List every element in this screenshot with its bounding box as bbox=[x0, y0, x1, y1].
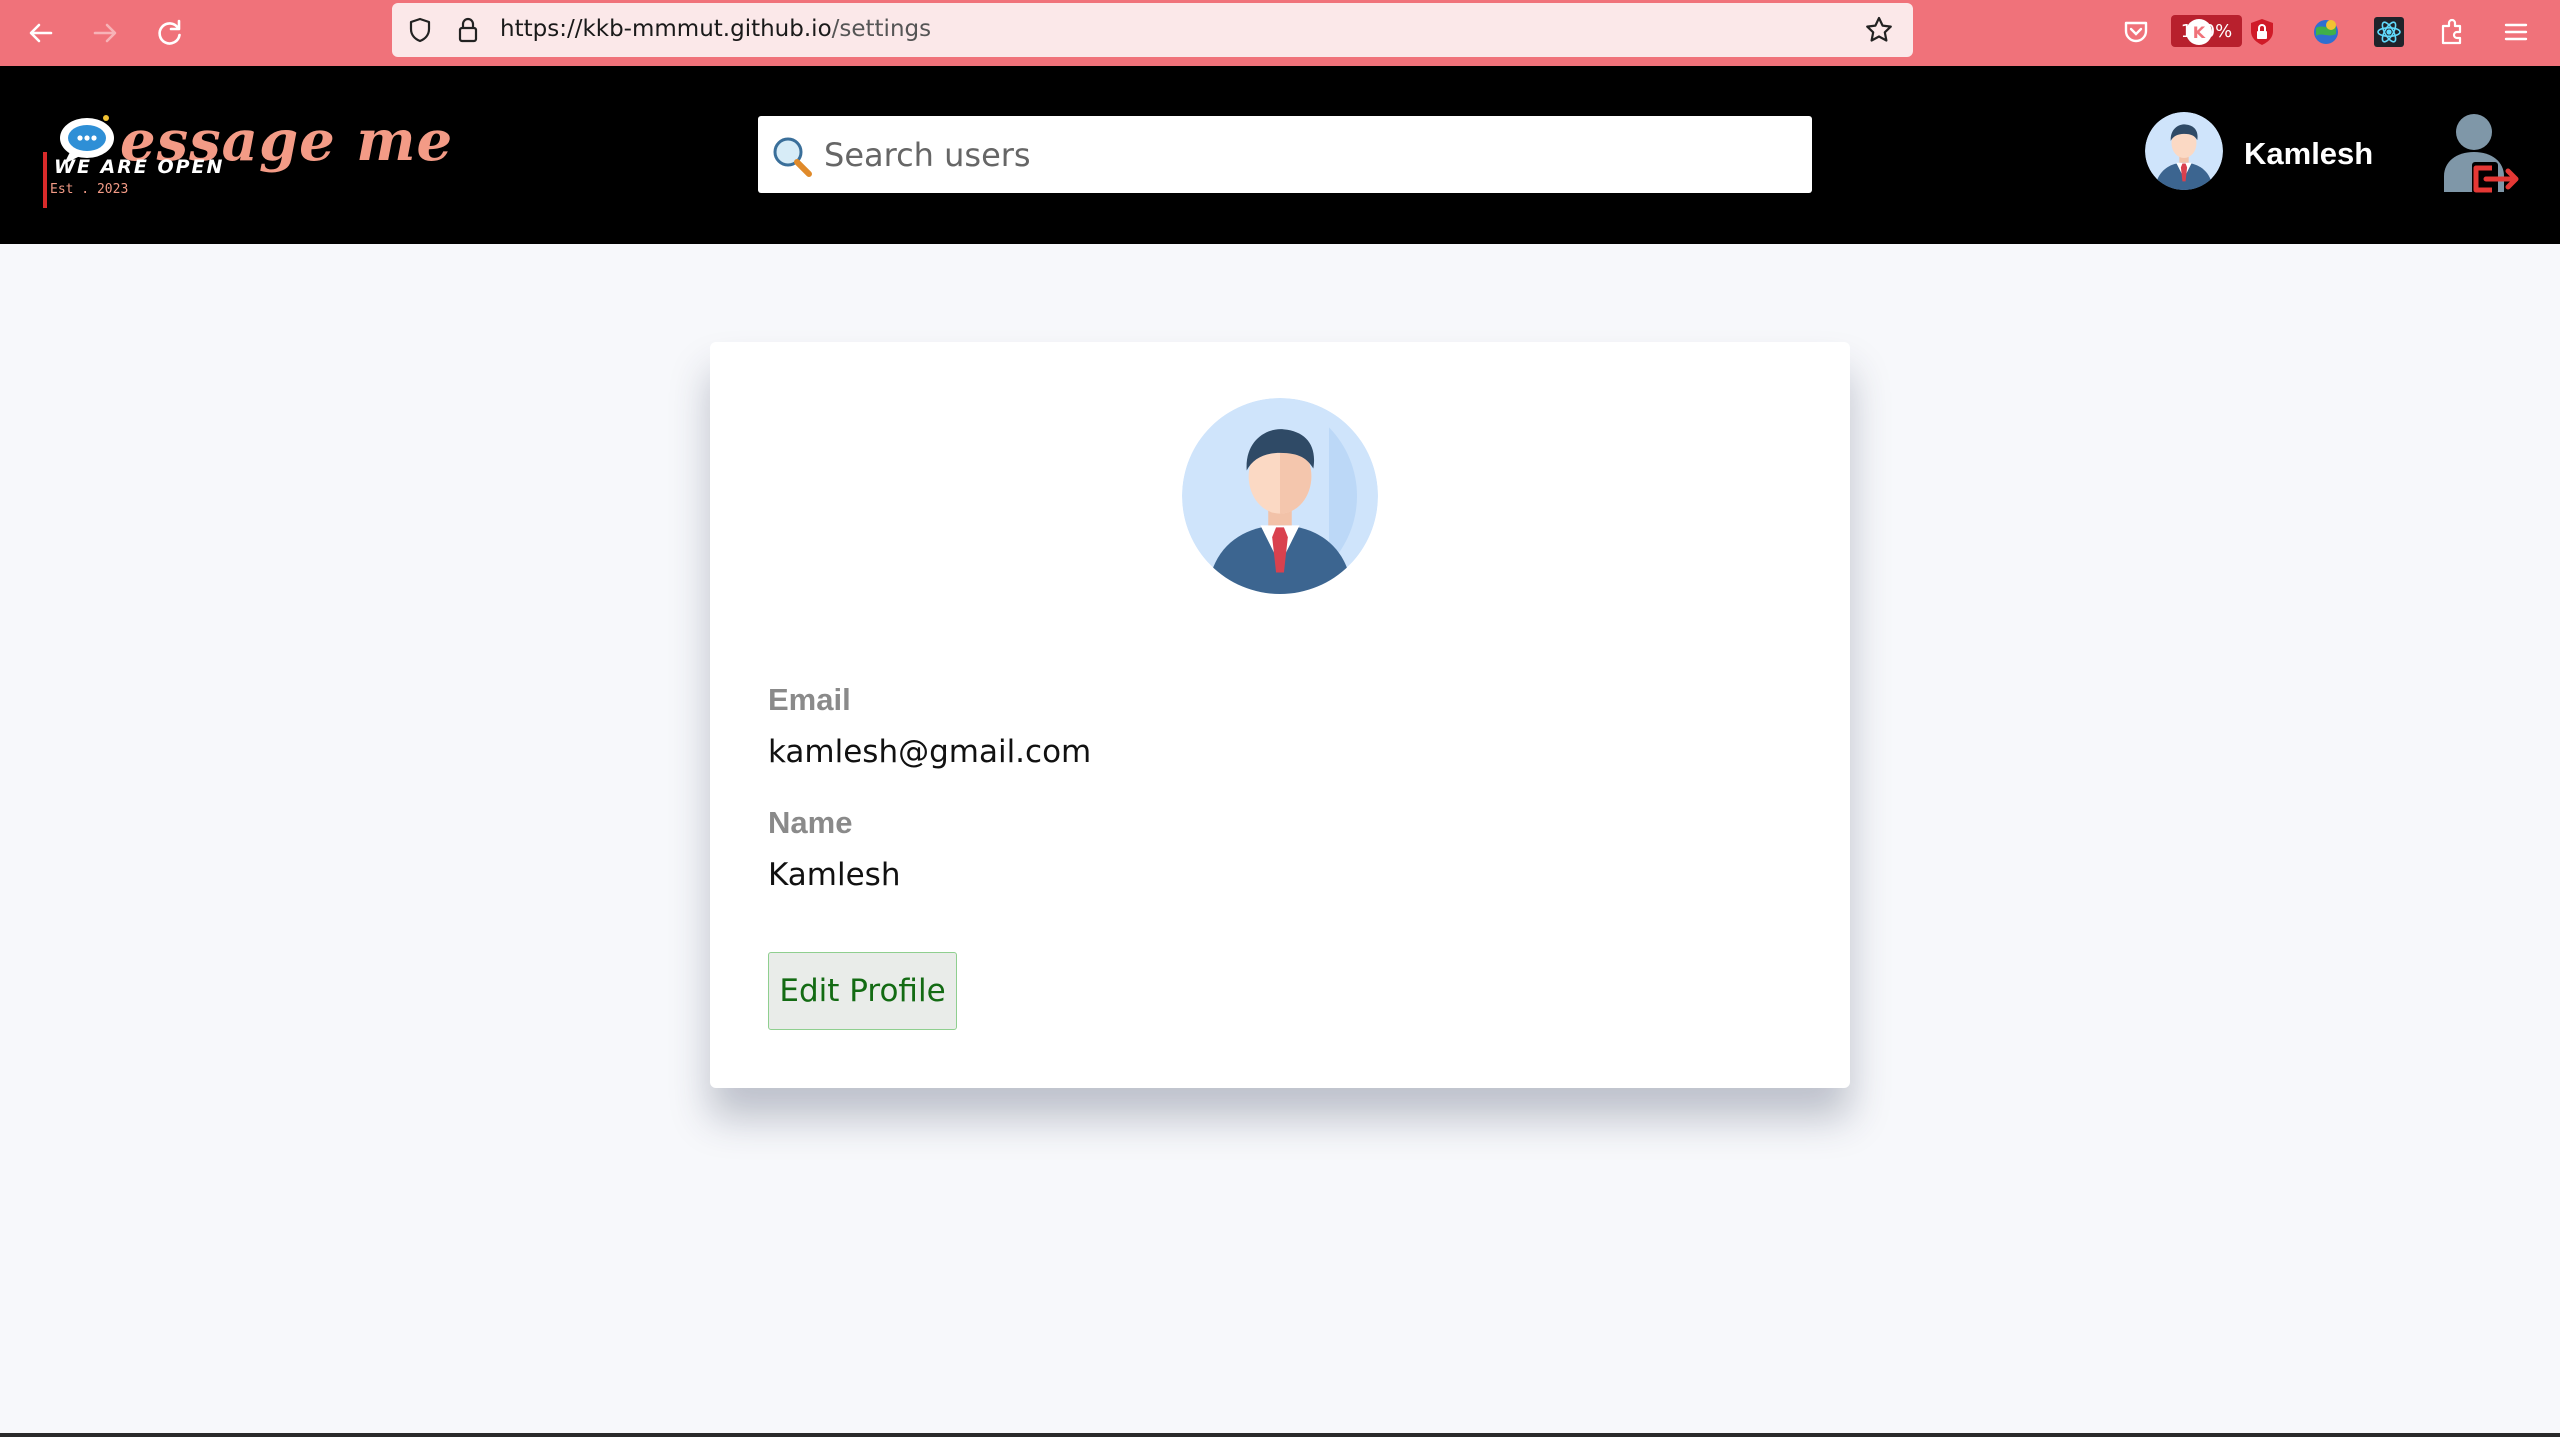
pocket-icon[interactable] bbox=[2117, 13, 2155, 51]
search-input[interactable] bbox=[816, 116, 1804, 193]
url-path: /settings bbox=[831, 16, 932, 42]
email-value: kamlesh@gmail.com bbox=[768, 734, 1092, 770]
extensions-puzzle-icon[interactable] bbox=[2433, 13, 2471, 51]
name-value: Kamlesh bbox=[768, 857, 901, 893]
reload-icon[interactable] bbox=[149, 13, 189, 53]
app-header: essage me WE ARE OPEN Est . 2023 Kamlesh bbox=[0, 66, 2560, 244]
react-devtools-icon[interactable] bbox=[2370, 13, 2408, 51]
search-icon bbox=[773, 137, 812, 177]
logo[interactable]: essage me WE ARE OPEN Est . 2023 bbox=[42, 108, 452, 208]
profile-card: Email kamlesh@gmail.com Name Kamlesh Edi… bbox=[710, 342, 1850, 1088]
logo-established: Est . 2023 bbox=[50, 182, 129, 197]
shield-icon[interactable] bbox=[406, 16, 434, 44]
logout-icon[interactable] bbox=[2440, 112, 2520, 196]
lock-icon[interactable] bbox=[454, 16, 482, 44]
menu-hamburger-icon[interactable] bbox=[2497, 13, 2535, 51]
extension-k-label: K bbox=[2193, 23, 2206, 42]
edit-profile-button[interactable]: Edit Profile bbox=[768, 952, 957, 1030]
header-avatar[interactable] bbox=[2145, 112, 2223, 190]
logo-accent-bar bbox=[43, 152, 47, 208]
bookmark-star-icon[interactable] bbox=[1864, 15, 1894, 45]
header-username[interactable]: Kamlesh bbox=[2244, 136, 2373, 172]
url-host: https://kkb-mmmut.github.io bbox=[500, 16, 832, 42]
search-box bbox=[758, 116, 1812, 193]
back-arrow-icon[interactable] bbox=[21, 13, 61, 53]
extension-globe-icon[interactable] bbox=[2307, 13, 2345, 51]
logo-tagline: WE ARE OPEN bbox=[54, 156, 225, 178]
forward-arrow-icon[interactable] bbox=[85, 13, 125, 53]
email-label: Email bbox=[768, 682, 851, 717]
profile-picture bbox=[1182, 398, 1378, 594]
name-label: Name bbox=[768, 805, 853, 840]
address-bar[interactable]: https://kkb-mmmut.github.io/settings 110… bbox=[392, 3, 2242, 57]
bottom-divider bbox=[0, 1433, 2560, 1437]
url-text[interactable]: https://kkb-mmmut.github.io/settings bbox=[500, 16, 931, 42]
extension-k-icon[interactable]: K bbox=[2180, 13, 2218, 51]
browser-toolbar: https://kkb-mmmut.github.io/settings 110… bbox=[0, 0, 2560, 66]
extension-lock-icon[interactable] bbox=[2243, 13, 2281, 51]
